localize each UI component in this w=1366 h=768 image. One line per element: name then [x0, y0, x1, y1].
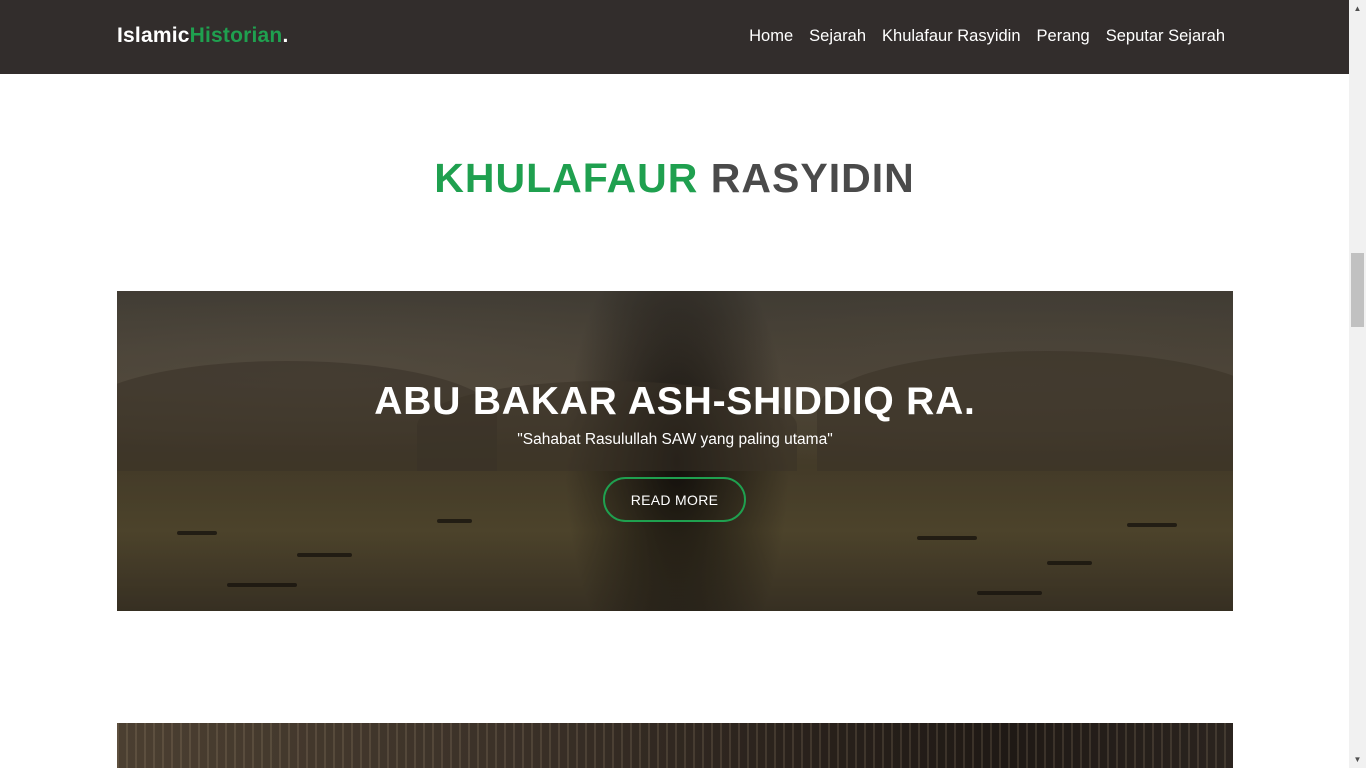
card-background-image — [117, 723, 1233, 768]
scroll-down-arrow-icon[interactable]: ▼ — [1349, 751, 1366, 768]
khalifa-card-next — [117, 723, 1233, 768]
section-title: KHULAFAUR RASYIDIN — [0, 155, 1349, 202]
nav-item-seputar-sejarah[interactable]: Seputar Sejarah — [1106, 26, 1225, 46]
main-nav: Home Sejarah Khulafaur Rasyidin Perang S… — [749, 26, 1225, 46]
brand-dot: . — [282, 24, 289, 47]
page: IslamicHistorian. Home Sejarah Khulafaur… — [0, 0, 1349, 768]
brand-part-islamic: Islamic — [117, 24, 190, 47]
nav-item-khulafaur-rasyidin[interactable]: Khulafaur Rasyidin — [882, 26, 1021, 46]
scrollbar-thumb[interactable] — [1351, 253, 1364, 327]
brand-logo[interactable]: IslamicHistorian. — [117, 24, 289, 48]
nav-item-home[interactable]: Home — [749, 26, 793, 46]
page-scrollbar[interactable]: ▲ ▼ — [1349, 0, 1366, 768]
section-title-rest: RASYIDIN — [698, 155, 915, 201]
section-title-accent: KHULAFAUR — [434, 155, 699, 201]
nav-item-sejarah[interactable]: Sejarah — [809, 26, 866, 46]
scroll-up-arrow-icon[interactable]: ▲ — [1349, 0, 1366, 17]
card-overlay — [117, 291, 1233, 611]
card-quote: "Sahabat Rasulullah SAW yang paling utam… — [517, 431, 833, 448]
navbar: IslamicHistorian. Home Sejarah Khulafaur… — [0, 0, 1349, 74]
card-title: ABU BAKAR ASH-SHIDDIQ RA. — [374, 380, 976, 423]
nav-item-perang[interactable]: Perang — [1037, 26, 1090, 46]
brand-part-historian: Historian — [189, 24, 283, 47]
khalifa-card-abu-bakar: ABU BAKAR ASH-SHIDDIQ RA. "Sahabat Rasul… — [117, 291, 1233, 611]
read-more-button[interactable]: READ MORE — [603, 477, 746, 522]
